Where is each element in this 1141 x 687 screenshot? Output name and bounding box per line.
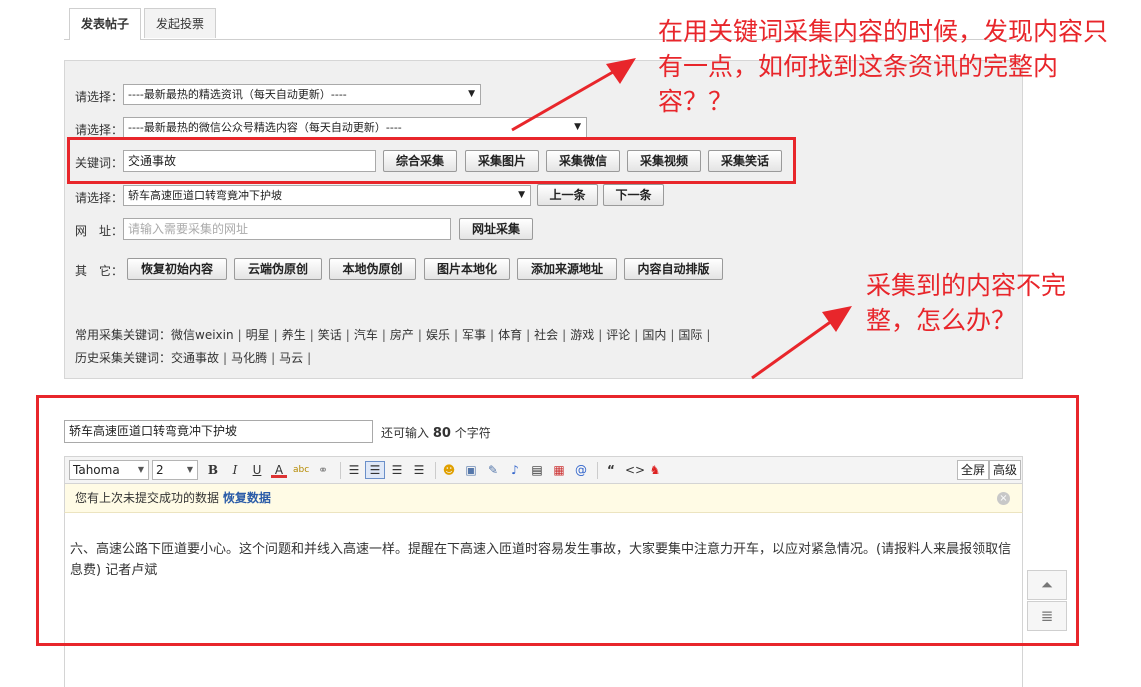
arrow-to-keyword: [511, 66, 621, 132]
arrow-to-content: [751, 316, 837, 380]
annotation-note-2: 采集到的内容不完整，怎么办？: [866, 271, 1067, 335]
arrow-head-keyword: [606, 58, 636, 84]
arrow-head-content: [822, 306, 852, 332]
annotation-note-1: 在用关键词采集内容的时候，发现内容只有一点，如何找到这条资讯的完整内容？？: [658, 17, 1109, 116]
